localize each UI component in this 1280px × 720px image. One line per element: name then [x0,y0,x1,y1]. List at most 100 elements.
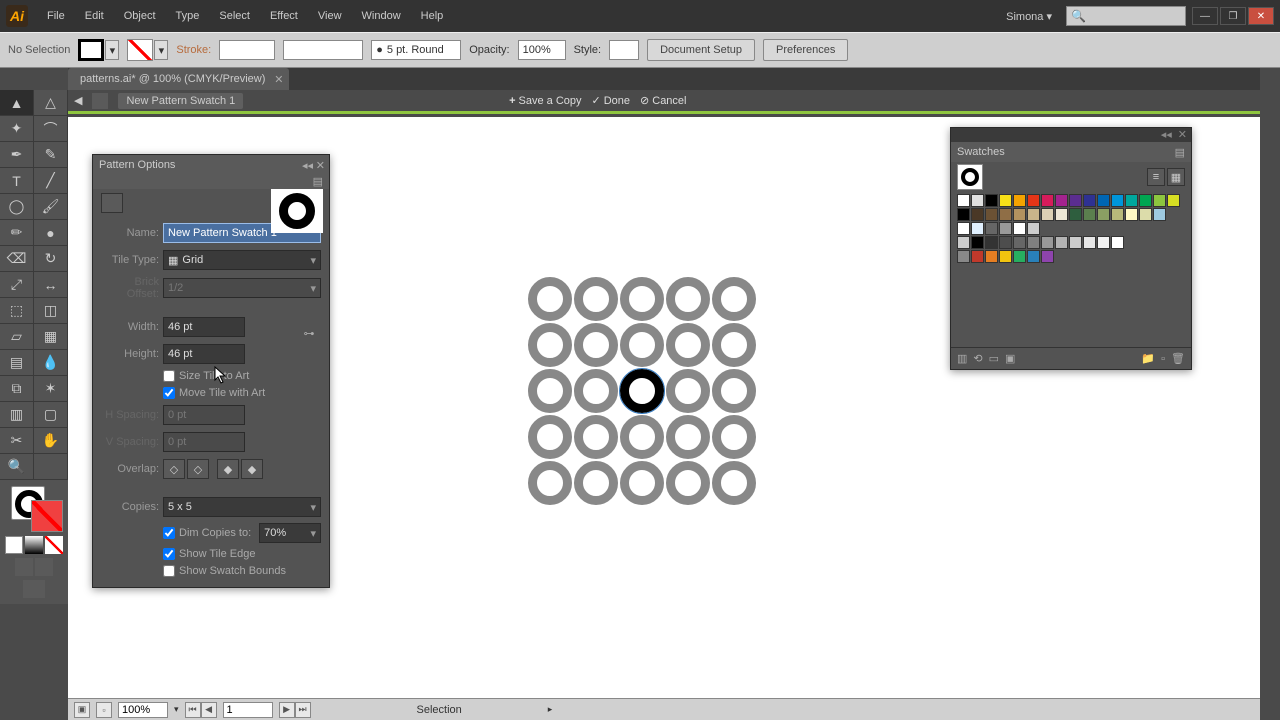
swatch-cell[interactable] [1041,194,1054,207]
swatch-cell[interactable] [1013,250,1026,263]
artboard-number-input[interactable] [223,702,273,718]
collapse-icon[interactable]: ◂◂ [1161,128,1172,142]
swatch-cell[interactable] [957,250,970,263]
user-dropdown[interactable]: Simona ▾ [998,8,1060,25]
menu-file[interactable]: File [38,6,74,26]
magic-wand-tool[interactable]: ✦ [0,116,34,142]
cancel-button[interactable]: ⊘ Cancel [640,94,686,107]
brush-select[interactable]: ● 5 pt. Round [371,40,461,60]
pencil-tool[interactable]: ✏ [0,220,34,246]
next-artboard-button[interactable]: ▶ [279,702,295,718]
back-icon[interactable]: ◀ [74,94,82,107]
swatch-cell[interactable] [1097,208,1110,221]
pattern-tile[interactable] [574,369,618,413]
eraser-tool[interactable]: ⌫ [0,246,34,272]
screen-mode-chip[interactable] [15,558,33,576]
swatch-cell[interactable] [1027,236,1040,249]
overlap-top-button[interactable]: ◆ [217,459,239,479]
done-button[interactable]: ✓ Done [592,94,631,107]
swatch-cell[interactable] [985,236,998,249]
zoom-input[interactable] [118,702,168,718]
swatch-cell[interactable] [1111,208,1124,221]
type-tool[interactable]: T [0,168,34,194]
fill-swatch[interactable] [78,39,104,61]
gradient-tool[interactable]: ▤ [0,350,34,376]
swatch-cell[interactable] [1069,208,1082,221]
pattern-tile[interactable] [574,323,618,367]
menu-type[interactable]: Type [167,6,209,26]
swatch-cell[interactable] [1027,222,1040,235]
swatch-cell[interactable] [1069,236,1082,249]
swatch-cell[interactable] [985,208,998,221]
panel-menu-icon[interactable]: ▤ [1175,146,1185,159]
swatch-cell[interactable] [1055,236,1068,249]
swatch-cell[interactable] [985,250,998,263]
copies-select[interactable]: 5 x 5 [163,497,321,517]
overlap-bottom-button[interactable]: ◆ [241,459,263,479]
pattern-tile[interactable] [620,323,664,367]
swatch-cell[interactable] [971,250,984,263]
none-mode-chip[interactable] [45,536,63,554]
swatch-grid[interactable] [951,192,1191,267]
move-tile-checkbox[interactable]: Move Tile with Art [163,387,321,399]
pattern-tile[interactable] [528,415,572,459]
size-tile-checkbox[interactable]: Size Tile to Art [163,370,321,382]
swatch-cell[interactable] [1125,208,1138,221]
swatches-tab[interactable]: Swatches ▤ [951,142,1191,162]
swatch-cell[interactable] [1041,236,1054,249]
hand-tool[interactable]: ✋ [34,428,68,454]
ellipse-tool[interactable]: ◯ [0,194,34,220]
swatch-cell[interactable] [999,194,1012,207]
line-tool[interactable]: ╱ [34,168,68,194]
menu-effect[interactable]: Effect [261,6,307,26]
swatch-cell[interactable] [999,250,1012,263]
new-color-group-icon[interactable]: ▣ [1005,352,1015,365]
status-dropdown-icon[interactable]: ▸ [548,704,553,715]
close-panel-icon[interactable]: ✕ [316,159,325,172]
pen-tool[interactable]: ✒ [0,142,34,168]
swatch-libraries-icon[interactable]: ▥ [957,352,967,365]
swatch-cell[interactable] [1041,250,1054,263]
swatch-list-view-icon[interactable]: ≡ [1147,168,1165,186]
swatch-cell[interactable] [971,208,984,221]
swatch-cell[interactable] [1083,236,1096,249]
width-input[interactable] [163,317,245,337]
swatch-cell[interactable] [1013,236,1026,249]
new-folder-icon[interactable]: 📁 [1141,352,1155,365]
width-tool[interactable]: ↔ [34,272,68,298]
add-anchor-tool[interactable]: ✎ [34,142,68,168]
swatch-cell[interactable] [971,222,984,235]
swatch-cell[interactable] [1013,222,1026,235]
swatch-cell[interactable] [957,194,970,207]
pattern-tile[interactable] [574,277,618,321]
direct-selection-tool[interactable]: △ [34,90,68,116]
swatch-cell[interactable] [1125,194,1138,207]
swatch-cell[interactable] [957,236,970,249]
stroke-weight-select[interactable] [219,40,275,60]
swatch-cell[interactable] [1111,236,1124,249]
show-swatch-bounds-checkbox[interactable]: Show Swatch Bounds [163,565,321,577]
menu-edit[interactable]: Edit [76,6,113,26]
menu-help[interactable]: Help [412,6,453,26]
swatch-cell[interactable] [1153,208,1166,221]
close-tab-icon[interactable]: ✕ [274,73,283,86]
swatch-cell[interactable] [1097,236,1110,249]
artboard-tool[interactable]: ▢ [34,402,68,428]
new-swatch-icon[interactable]: ▫ [1161,353,1165,365]
slice-tool[interactable]: ✂ [0,428,34,454]
swatch-cell[interactable] [1153,194,1166,207]
tile-type-select[interactable]: ▦ Grid [163,250,321,270]
swatch-cell[interactable] [1027,194,1040,207]
swatch-cell[interactable] [1167,194,1180,207]
symbol-sprayer-tool[interactable]: ✶ [34,376,68,402]
swatch-cell[interactable] [985,194,998,207]
blend-tool[interactable]: ⧉ [0,376,34,402]
swatch-cell[interactable] [1139,208,1152,221]
last-artboard-button[interactable]: ⏭ [295,702,311,718]
preferences-button[interactable]: Preferences [763,39,848,61]
swatch-cell[interactable] [1097,194,1110,207]
lasso-tool[interactable]: ⌒ [34,116,68,142]
overlap-right-button[interactable]: ◇ [187,459,209,479]
swatch-kinds-icon[interactable]: ⟲ [973,352,982,365]
delete-swatch-icon[interactable]: 🗑 [1171,352,1185,365]
